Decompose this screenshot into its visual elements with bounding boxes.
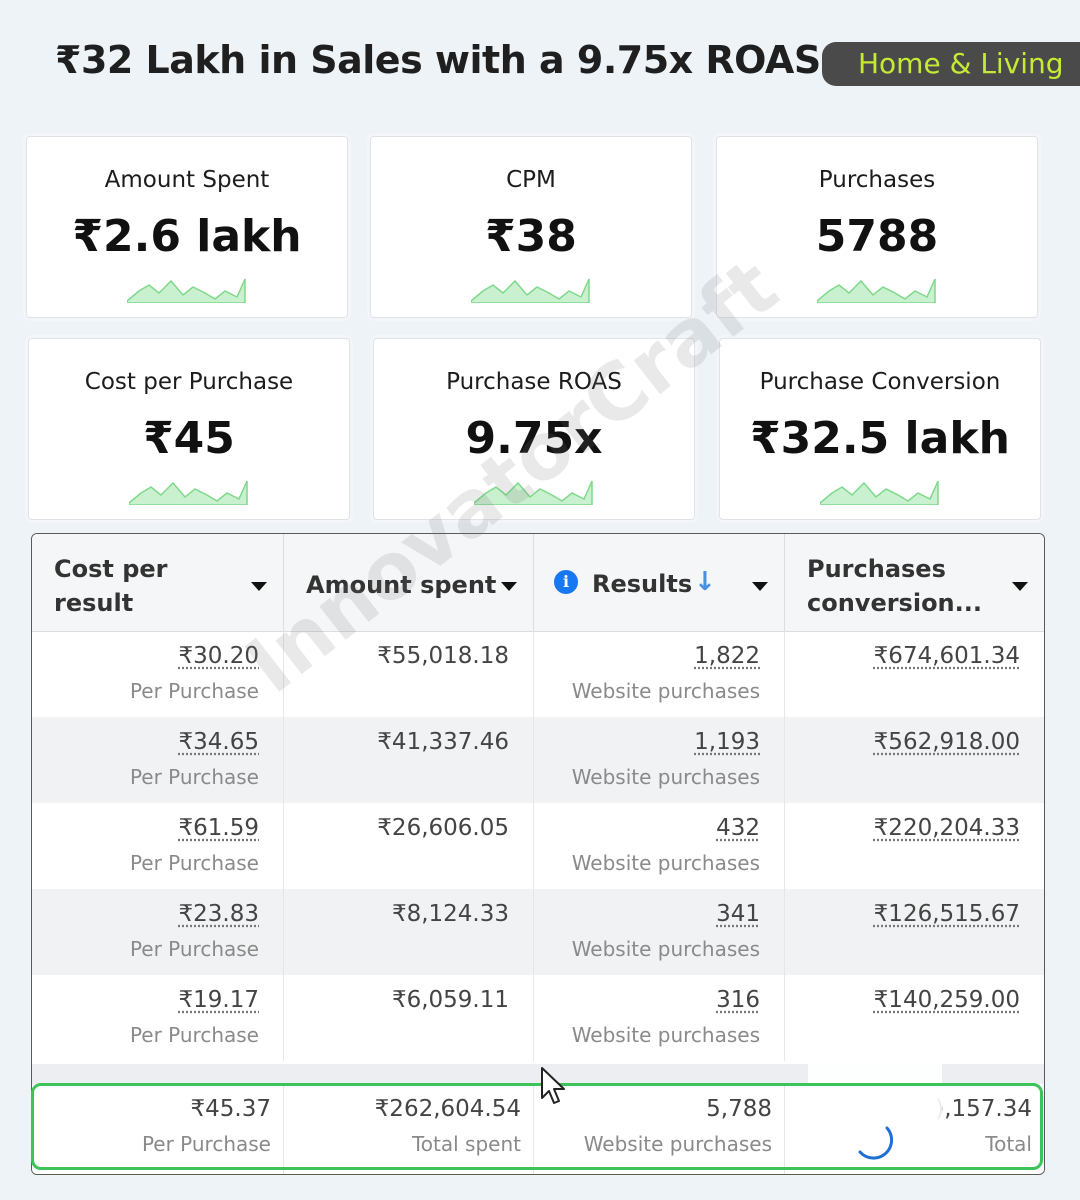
metric-value: ₹45 [143,413,235,464]
conversion-value[interactable]: ₹674,601.34 [874,643,1020,669]
results-sub: Website purchases [571,1023,760,1047]
metric-label: Purchases [818,167,936,193]
amount-spent-value: ₹26,606.05 [377,815,509,841]
cost-per-result-value[interactable]: ₹23.83 [179,901,259,927]
column-header-results[interactable]: i Results ↓ [534,534,785,631]
sparkline-icon [471,278,590,303]
metric-value: ₹2.6 lakh [72,211,302,262]
cost-per-result-sub: Per Purchase [129,1023,259,1047]
results-sub: Website purchases [571,851,760,875]
total-cost-sub: Per Purchase [141,1132,271,1156]
results-value[interactable]: 316 [716,987,760,1013]
metric-card-cost-per-purchase: Cost per Purchase ₹45 [28,338,350,520]
cost-per-result-sub: Per Purchase [129,765,259,789]
chevron-down-icon[interactable] [251,582,267,591]
sparkline-icon [817,278,936,303]
metric-card-amount-spent: Amount Spent ₹2.6 lakh [26,136,348,318]
results-value[interactable]: 1,193 [694,729,760,755]
results-sub: Website purchases [571,679,760,703]
cost-per-result-value[interactable]: ₹61.59 [179,815,259,841]
conversion-value[interactable]: ₹126,515.67 [874,901,1020,927]
cost-per-result-sub: Per Purchase [129,937,259,961]
arrow-down-icon[interactable]: ↓ [694,567,716,597]
total-conversion-sub: Total [985,1132,1032,1156]
amount-spent-value: ₹8,124.33 [391,901,509,927]
column-header-amount-spent[interactable]: Amount spent [284,534,534,631]
table-row[interactable]: ₹23.83 Per Purchase ₹8,124.33 341 Website … [32,889,1044,975]
conversion-value[interactable]: ₹220,204.33 [874,815,1020,841]
results-sub: Website purchases [571,765,760,789]
total-cost-per-result: ₹45.37 [190,1096,271,1122]
column-header-purchases-conversion[interactable]: Purchases conversion... [785,534,1044,631]
info-icon[interactable]: i [554,570,578,594]
results-value[interactable]: 432 [716,815,760,841]
table-row[interactable]: ₹19.17 Per Purchase ₹6,059.11 316 Website … [32,975,1044,1061]
metric-card-purchases: Purchases 5788 [716,136,1038,318]
amount-spent-value: ₹41,337.46 [377,729,509,755]
conversion-value[interactable]: ₹562,918.00 [874,729,1020,755]
amount-spent-value: ₹55,018.18 [377,643,509,669]
total-amount-spent: ₹262,604.54 [374,1096,521,1122]
table-row[interactable]: ₹34.65 Per Purchase ₹41,337.46 1,193 Websi… [32,717,1044,803]
cost-per-result-sub: Per Purchase [129,851,259,875]
results-value[interactable]: 1,822 [694,643,760,669]
metric-label: Amount Spent [104,167,270,193]
cost-per-result-sub: Per Purchase [129,679,259,703]
total-results: 5,788 [706,1096,772,1122]
cost-per-result-value[interactable]: ₹19.17 [179,987,259,1013]
cost-per-result-value[interactable]: ₹30.20 [179,643,259,669]
metric-value: 5788 [815,211,939,262]
mouse-cursor-icon [541,1067,565,1104]
metric-label: Purchase Conversion [759,369,1001,395]
metric-card-cpm: CPM ₹38 [370,136,692,318]
table-header: Cost per result Amount spent i Results ↓… [32,534,1044,632]
chevron-down-icon[interactable] [1012,582,1028,591]
chevron-down-icon[interactable] [501,582,517,591]
sparkline-icon [127,278,246,303]
metric-label: CPM [506,167,556,193]
chevron-down-icon[interactable] [752,582,768,591]
amount-spent-value: ₹6,059.11 [391,987,509,1013]
total-spent-sub: Total spent [411,1132,521,1156]
page-headline: ₹32 Lakh in Sales with a 9.75x ROAS [55,38,821,82]
results-sub: Website purchases [571,937,760,961]
sparkline-icon [474,480,593,505]
total-conversion: ),157.34 [935,1096,1032,1122]
metric-card-purchase-conversion: Purchase Conversion ₹32.5 lakh [719,338,1041,520]
metric-card-purchase-roas: Purchase ROAS 9.75x [373,338,695,520]
metric-value: 9.75x [465,413,603,464]
sparkline-icon [129,480,248,505]
metric-value: ₹32.5 lakh [750,413,1010,464]
metric-label: Cost per Purchase [84,369,294,395]
metric-label: Purchase ROAS [446,369,622,395]
category-tag: Home & Living [822,42,1080,86]
conversion-value[interactable]: ₹140,259.00 [874,987,1020,1013]
sparkline-icon [820,480,939,505]
loading-spinner-icon [858,1126,894,1160]
cost-per-result-value[interactable]: ₹34.65 [179,729,259,755]
column-header-cost-per-result[interactable]: Cost per result [32,534,284,631]
total-results-sub: Website purchases [583,1132,772,1156]
table-row[interactable]: ₹30.20 Per Purchase ₹55,018.18 1,822 Websi… [32,631,1044,717]
table-row[interactable]: ₹61.59 Per Purchase ₹26,606.05 432 Website… [32,803,1044,889]
results-value[interactable]: 341 [716,901,760,927]
metric-value: ₹38 [485,211,577,262]
